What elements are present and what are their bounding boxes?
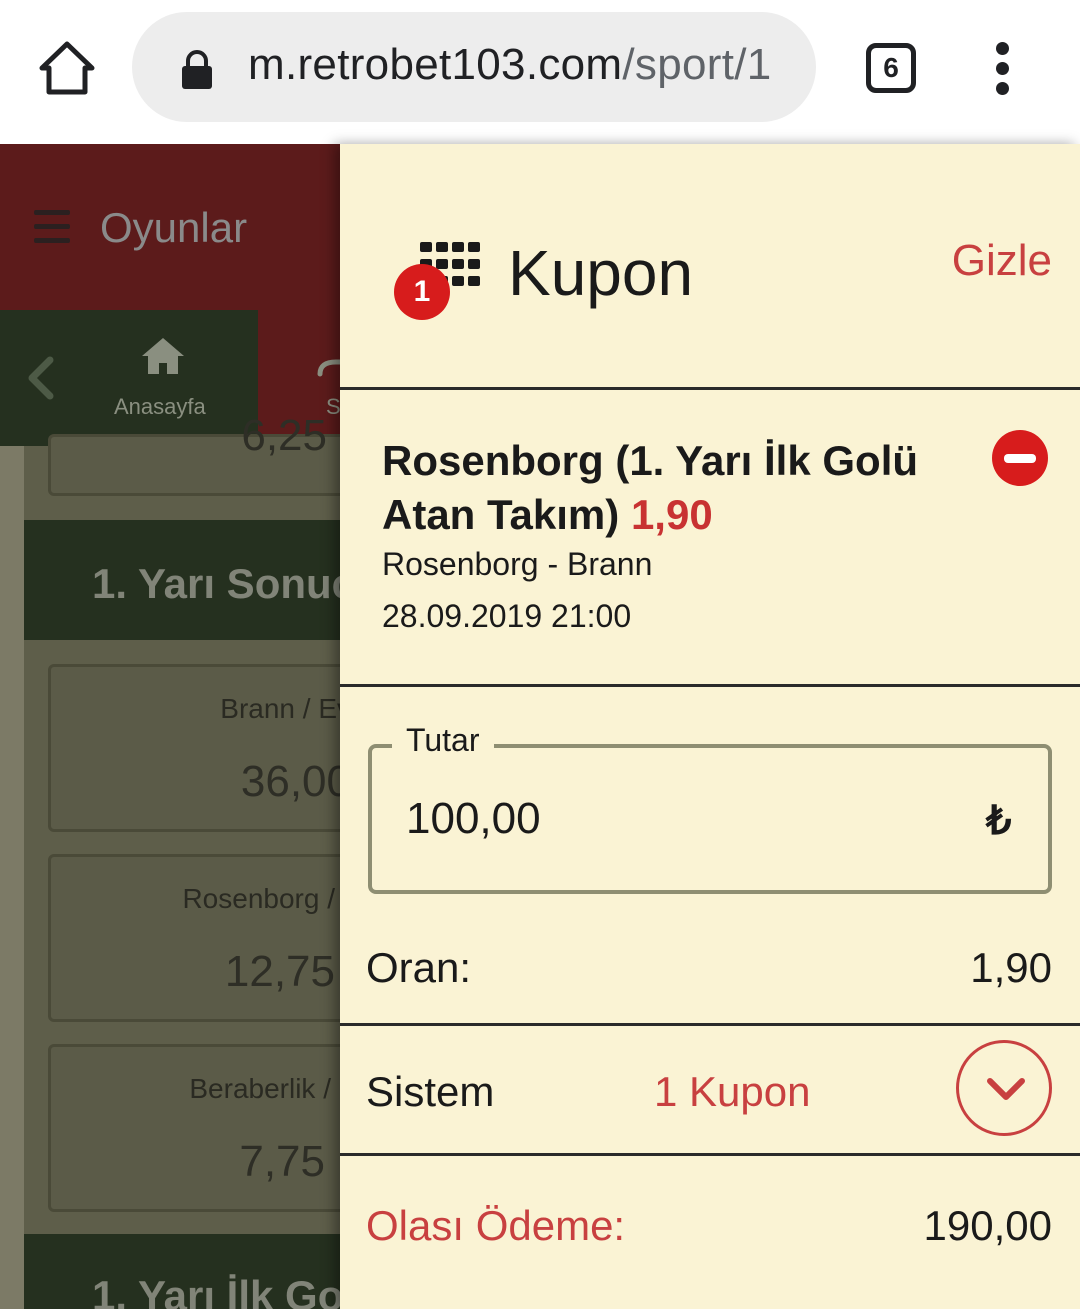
browser-toolbar: m.retrobet103.com/sport/1 6 <box>0 0 1080 144</box>
url-host: m.retrobet103.com <box>248 40 623 89</box>
total-odds-value: 1,90 <box>970 944 1052 991</box>
market-header[interactable]: 1. Yarı Sonucu <box>24 520 340 640</box>
odd-label: Rosenborg / <box>182 883 335 914</box>
bet-selection: Rosenborg (1. Yarı İlk Golü Atan Takım) … <box>382 434 982 542</box>
odd-button[interactable]: Rosenborg / 12,75 <box>48 854 340 1022</box>
market-title: 1. Yarı İlk Golü <box>92 1272 340 1309</box>
market-header[interactable]: 1. Yarı İlk Golü <box>24 1234 340 1309</box>
chevron-left-icon[interactable] <box>24 356 58 400</box>
system-dropdown-button[interactable] <box>956 1040 1052 1136</box>
lock-icon <box>182 50 212 89</box>
sportsbook-page: Oyunlar Anasayfa S 6,25 1. Yarı Sonucu B… <box>0 144 340 1309</box>
chevron-down-icon <box>987 1078 1025 1100</box>
url-path: /sport/1 <box>622 40 772 89</box>
url-text: m.retrobet103.com/sport/1 <box>248 40 808 90</box>
match-datetime: 28.09.2019 21:00 <box>382 598 632 634</box>
nav-next-label[interactable]: S <box>326 394 340 420</box>
home-icon[interactable] <box>36 38 98 100</box>
hide-coupon-button[interactable]: Gizle <box>952 236 1052 286</box>
odd-button[interactable]: 6,25 <box>48 411 340 496</box>
market-title: 1. Yarı Sonucu <box>92 560 340 607</box>
url-bar[interactable]: m.retrobet103.com/sport/1 <box>132 12 816 122</box>
sport-icon[interactable] <box>316 356 340 380</box>
overflow-menu-icon[interactable] <box>990 42 1014 95</box>
potential-payout-value: 190,00 <box>923 1202 1052 1249</box>
hamburger-menu-icon[interactable] <box>34 210 70 243</box>
odd-value: 6,25 <box>241 411 327 460</box>
nav-home-label[interactable]: Anasayfa <box>114 394 206 420</box>
match-name: Rosenborg - Brann <box>382 546 653 582</box>
odd-value: 36,00 <box>240 757 340 806</box>
divider <box>340 387 1080 390</box>
odd-button[interactable]: Beraberlik / 7,75 <box>48 1044 340 1212</box>
potential-payout-label: Olası Ödeme: <box>366 1202 626 1249</box>
total-odds-label: Oran: <box>366 944 472 991</box>
lira-icon: ₺ <box>986 799 1012 843</box>
stake-label: Tutar <box>392 722 494 759</box>
site-header: Oyunlar <box>0 144 340 310</box>
odd-label: Beraberlik / <box>189 1073 331 1104</box>
divider <box>340 684 1080 687</box>
odd-value: 7,75 <box>239 1137 325 1186</box>
system-value[interactable]: 1 Kupon <box>654 1068 810 1116</box>
remove-bet-icon[interactable] <box>992 430 1048 486</box>
divider <box>340 1153 1080 1156</box>
odd-button[interactable]: Brann / Ev 36,00 <box>48 664 340 832</box>
coupon-title: Kupon <box>508 237 694 309</box>
divider <box>340 1023 1080 1026</box>
odd-label: Brann / Ev <box>220 693 340 724</box>
system-label: Sistem <box>366 1068 495 1115</box>
coupon-panel: 1 Kupon Gizle Rosenborg (1. Yarı İlk Gol… <box>340 144 1080 1309</box>
coupon-count-badge: 1 <box>394 264 450 320</box>
house-icon[interactable] <box>140 336 186 376</box>
odd-value: 12,75 <box>224 947 335 996</box>
bet-odd: 1,90 <box>630 491 713 538</box>
stake-value[interactable]: 100,00 <box>406 794 541 844</box>
tab-switcher-button[interactable]: 6 <box>866 43 916 93</box>
site-title: Oyunlar <box>100 204 248 251</box>
